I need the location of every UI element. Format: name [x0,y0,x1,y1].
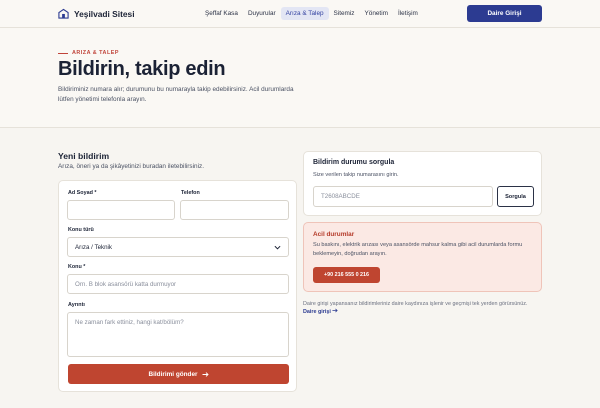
form-title: Yeni bildirim [58,151,110,161]
daire-login-button[interactable]: Daire Girişi [467,5,542,22]
tracking-number-input[interactable] [313,186,493,207]
page-title: Bildirin, takip edin [58,58,226,80]
topic-select[interactable]: Arıza / Teknik [67,237,289,257]
name-field[interactable] [67,200,175,220]
page-description: Bildiriminiz numara alır; durumunu bu nu… [58,86,294,103]
login-hint-link[interactable]: Daire girişi [303,308,339,315]
top-navigation-bar: Yeşilvadi Sitesi Şeffaf Kasa Duyurular A… [0,0,600,28]
login-hint-link-label: Daire girişi [303,309,331,315]
eyebrow-text: ARIZA & TALEP [72,50,119,56]
login-hint-text: Daire girişi yapansanız bildirimleriniz … [303,301,528,307]
brand-name: Yeşilvadi Sitesi [74,8,135,19]
phone-field[interactable] [180,200,289,220]
topic-select-value: Arıza / Teknik [75,243,113,251]
emergency-title: Acil durumlar [313,231,355,238]
nav-item-iletisim[interactable]: İletişim [393,7,423,20]
main-nav: Şeffaf Kasa Duyurular Arıza & Talep Site… [200,7,423,20]
subject-field[interactable] [67,274,289,294]
emergency-card: Acil durumlar Su baskını, elektrik arıza… [303,222,542,292]
new-report-form: Ad Soyad * Telefon Konu türü Arıza / Tek… [58,180,297,392]
status-query-title: Bildirim durumu sorgula [313,159,395,166]
page-hero: ARIZA & TALEP Bildirin, takip edin Bildi… [0,28,600,128]
eyebrow-line [58,52,68,54]
phone-label: Telefon [181,190,200,196]
query-button[interactable]: Sorgula [497,186,534,207]
name-label: Ad Soyad * [68,190,97,196]
topic-label: Konu türü [68,227,94,233]
subject-label: Konu * [68,264,86,270]
status-query-subtitle: Size verilen takip numarasını girin. [313,172,399,178]
nav-item-seffaf-kasa[interactable]: Şeffaf Kasa [200,7,243,20]
eyebrow: ARIZA & TALEP [58,50,119,56]
emergency-phone-button[interactable]: +90 216 555 0 216 [313,267,380,283]
emergency-text: Su baskını, elektrik arızası veya asansö… [313,242,523,257]
nav-item-ariza-talep[interactable]: Arıza & Talep [280,7,329,20]
arrow-right-icon [202,371,209,377]
form-subtitle: Arıza, öneri ya da şikâyetinizi buradan … [58,163,204,170]
details-label: Ayrıntı [68,302,85,308]
nav-item-yonetim[interactable]: Yönetim [360,7,393,20]
chevron-down-icon [274,245,281,250]
details-textarea[interactable] [67,312,289,357]
nav-item-sitemiz[interactable]: Sitemiz [329,7,360,20]
brand-logo-link[interactable]: Yeşilvadi Sitesi [58,8,135,19]
submit-report-button[interactable]: Bildirimi gönder [68,364,289,384]
arrow-right-icon [332,308,339,313]
status-query-card: Bildirim durumu sorgula Size verilen tak… [303,151,542,216]
nav-item-duyurular[interactable]: Duyurular [243,7,281,20]
building-icon [58,8,69,19]
login-hint: Daire girişi yapansanız bildirimleriniz … [303,300,533,316]
submit-label: Bildirimi gönder [148,370,198,378]
